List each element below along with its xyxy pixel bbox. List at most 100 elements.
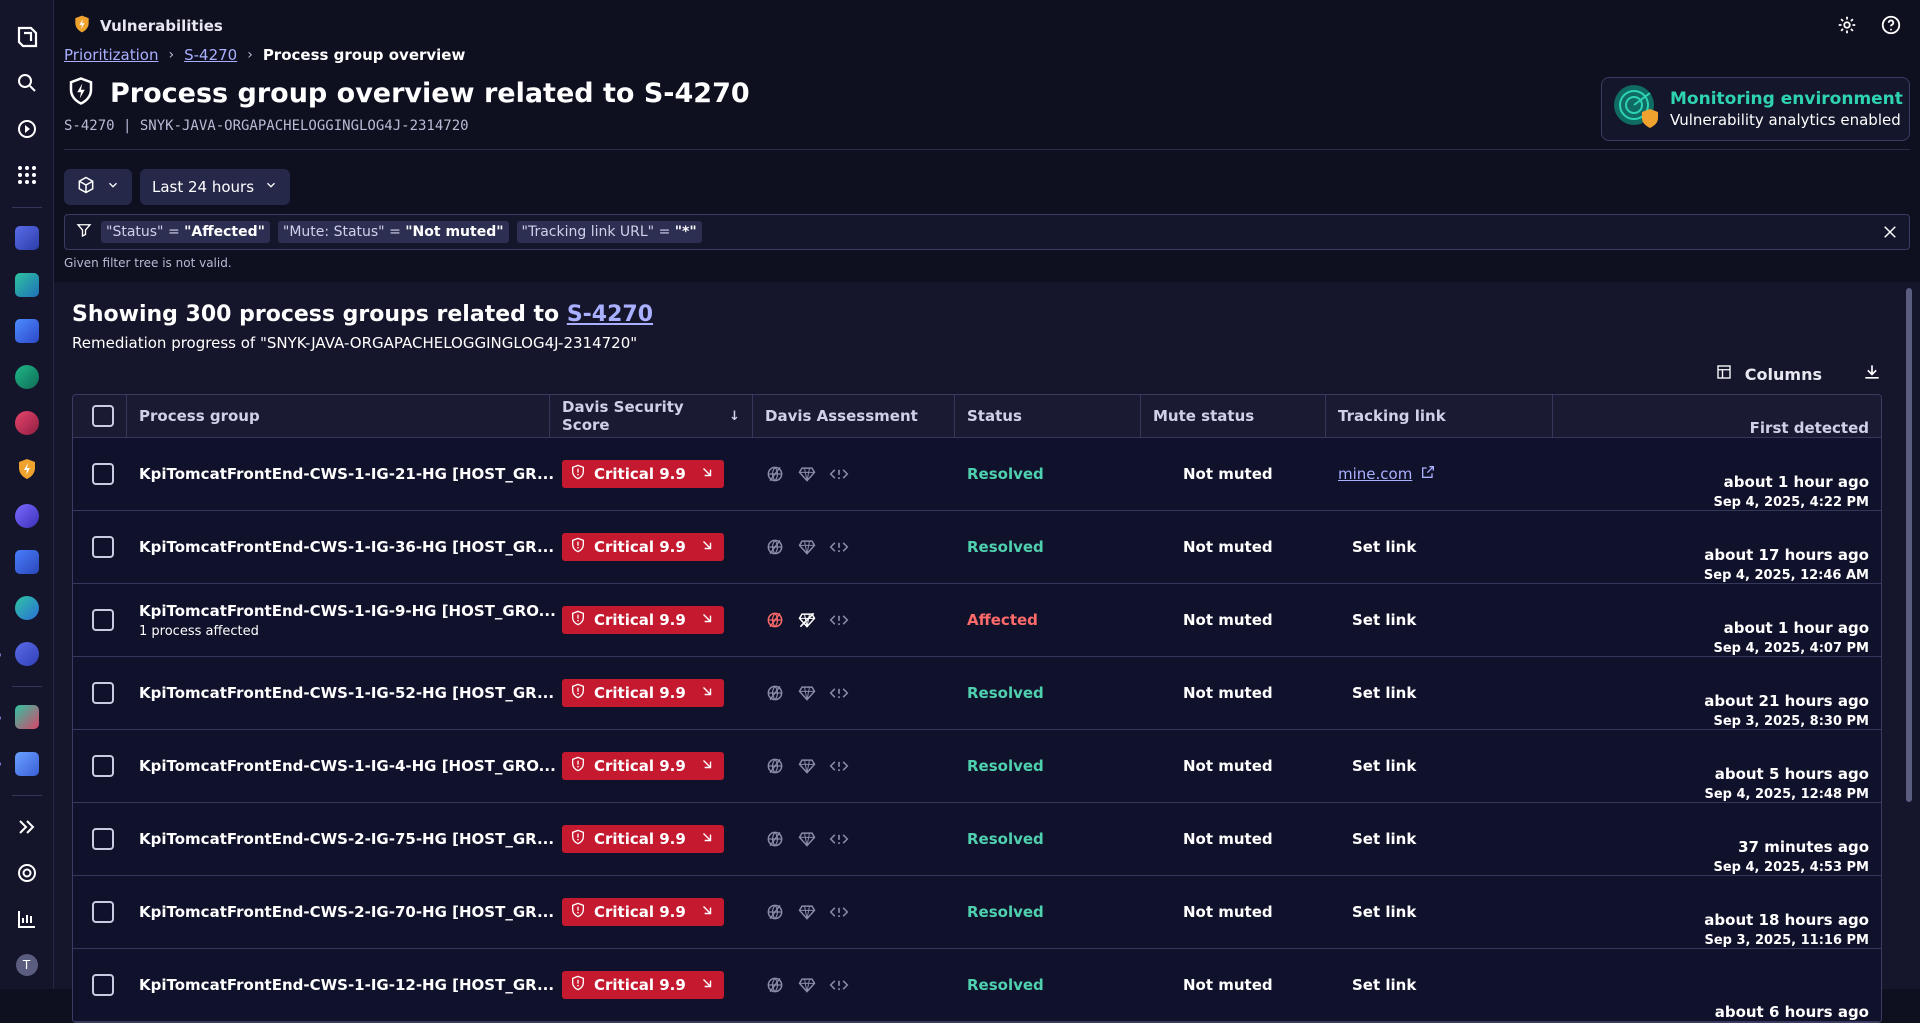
security-posture-app-icon[interactable]: [0, 641, 41, 668]
monitoring-environment-badge[interactable]: Monitoring environment Vulnerability ana…: [1601, 77, 1910, 141]
vulnerabilities-app-icon[interactable]: [13, 456, 41, 483]
process-group-name[interactable]: KpiTomcatFrontEnd-CWS-2-IG-75-HG [HOST_G…: [139, 830, 554, 848]
results-heading: Showing 300 process groups related to S-…: [72, 302, 653, 327]
infrastructure-app-icon[interactable]: [13, 225, 41, 252]
tracking-link[interactable]: mine.com: [1338, 464, 1436, 484]
assessment-cell: [753, 730, 955, 802]
set-link-button[interactable]: Set link: [1338, 757, 1416, 775]
clear-filter-close-icon[interactable]: [1881, 223, 1899, 245]
expand-rail-icon[interactable]: [13, 813, 41, 840]
set-link-button[interactable]: Set link: [1338, 538, 1416, 556]
process-group-name[interactable]: KpiTomcatFrontEnd-CWS-2-IG-70-HG [HOST_G…: [139, 903, 554, 921]
row-checkbox[interactable]: [92, 682, 114, 704]
user-avatar[interactable]: T: [13, 952, 41, 979]
process-group-cell[interactable]: KpiTomcatFrontEnd-CWS-1-IG-52-HG [HOST_G…: [127, 657, 554, 729]
status-text: Resolved: [967, 976, 1044, 994]
process-group-name[interactable]: KpiTomcatFrontEnd-CWS-1-IG-52-HG [HOST_G…: [139, 684, 554, 702]
kubernetes-app-icon[interactable]: [13, 548, 41, 575]
set-link-button[interactable]: Set link: [1338, 976, 1416, 994]
header-tracking-link[interactable]: Tracking link: [1326, 395, 1553, 437]
entity-type-dropdown[interactable]: [64, 169, 132, 205]
arrow-down-right-icon: [700, 611, 714, 629]
apps-grid-icon[interactable]: [13, 162, 41, 189]
timeframe-label: Last 24 hours: [152, 178, 255, 196]
columns-button[interactable]: Columns: [1715, 363, 1822, 385]
critical-score-badge: Critical 9.9: [562, 679, 724, 707]
process-group-cell[interactable]: KpiTomcatFrontEnd-CWS-1-IG-21-HG [HOST_G…: [127, 438, 554, 510]
header-davis-security-score[interactable]: Davis Security Score ↓: [550, 395, 753, 437]
cube-app-icon[interactable]: [0, 750, 41, 777]
select-all-checkbox[interactable]: [91, 405, 114, 427]
status-cell: Resolved: [955, 657, 1141, 729]
notebooks-app-icon[interactable]: [13, 317, 41, 344]
data-assets-icon: [797, 610, 817, 630]
vulnerable-function-icon: [829, 902, 849, 922]
process-group-name[interactable]: KpiTomcatFrontEnd-CWS-1-IG-12-HG [HOST_G…: [139, 976, 554, 994]
header-first-detected[interactable]: First detected: [1553, 395, 1881, 437]
row-checkbox[interactable]: [92, 536, 114, 558]
process-group-name[interactable]: KpiTomcatFrontEnd-CWS-1-IG-9-HG [HOST_GR…: [139, 602, 556, 620]
usage-chart-icon[interactable]: [13, 906, 41, 933]
row-checkbox[interactable]: [92, 755, 114, 777]
first-detected-relative: about 1 hour ago: [1723, 619, 1869, 637]
filter-chip-status[interactable]: "Status" = "Affected": [101, 221, 270, 243]
row-select-cell: [73, 438, 127, 510]
settings-gear-icon[interactable]: [1836, 14, 1858, 40]
compliance-app-icon[interactable]: [13, 502, 41, 529]
scrollbar-thumb[interactable]: [1906, 288, 1912, 802]
process-group-cell[interactable]: KpiTomcatFrontEnd-CWS-1-IG-4-HG [HOST_GR…: [127, 730, 556, 802]
table-row[interactable]: KpiTomcatFrontEnd-CWS-1-IG-21-HG [HOST_G…: [73, 438, 1881, 511]
table-row[interactable]: KpiTomcatFrontEnd-CWS-2-IG-70-HG [HOST_G…: [73, 876, 1881, 949]
set-link-button[interactable]: Set link: [1338, 611, 1416, 629]
header-process-group[interactable]: Process group: [127, 395, 550, 437]
table-row[interactable]: KpiTomcatFrontEnd-CWS-1-IG-36-HG [HOST_G…: [73, 511, 1881, 584]
process-group-cell[interactable]: KpiTomcatFrontEnd-CWS-2-IG-75-HG [HOST_G…: [127, 803, 554, 875]
timeframe-selector[interactable]: Last 24 hours: [140, 169, 291, 205]
dynatrace-logo-icon[interactable]: [13, 23, 41, 50]
table-row[interactable]: KpiTomcatFrontEnd-CWS-1-IG-12-HG [HOST_G…: [73, 949, 1881, 1022]
search-icon[interactable]: [13, 69, 41, 96]
filter-value: "Not muted": [405, 224, 504, 240]
process-group-cell[interactable]: KpiTomcatFrontEnd-CWS-2-IG-70-HG [HOST_G…: [127, 876, 554, 948]
public-network-icon: [765, 756, 785, 776]
table-row[interactable]: KpiTomcatFrontEnd-CWS-1-IG-4-HG [HOST_GR…: [73, 730, 1881, 803]
header-mute-status[interactable]: Mute status: [1141, 395, 1326, 437]
row-checkbox[interactable]: [92, 609, 114, 631]
discovery-app-icon[interactable]: [0, 704, 41, 731]
set-link-button[interactable]: Set link: [1338, 830, 1416, 848]
score-cell: Critical 9.9: [550, 438, 753, 510]
table-row[interactable]: KpiTomcatFrontEnd-CWS-2-IG-75-HG [HOST_G…: [73, 803, 1881, 876]
set-link-button[interactable]: Set link: [1338, 684, 1416, 702]
breadcrumb-prioritization-link[interactable]: Prioritization: [64, 46, 158, 64]
breadcrumb-s4270-link[interactable]: S-4270: [184, 46, 237, 64]
help-support-icon[interactable]: [13, 859, 41, 886]
header-davis-assessment[interactable]: Davis Assessment: [753, 395, 955, 437]
workflows-app-icon[interactable]: [13, 363, 41, 390]
process-group-name[interactable]: KpiTomcatFrontEnd-CWS-1-IG-4-HG [HOST_GR…: [139, 757, 556, 775]
table-row[interactable]: KpiTomcatFrontEnd-CWS-1-IG-9-HG [HOST_GR…: [73, 584, 1881, 657]
row-checkbox[interactable]: [92, 463, 114, 485]
row-checkbox[interactable]: [92, 901, 114, 923]
clouds-app-icon[interactable]: [13, 594, 41, 621]
filter-bar[interactable]: "Status" = "Affected" "Mute: Status" = "…: [64, 214, 1910, 250]
download-icon[interactable]: [1862, 362, 1882, 386]
row-checkbox[interactable]: [92, 828, 114, 850]
table-row[interactable]: KpiTomcatFrontEnd-CWS-1-IG-52-HG [HOST_G…: [73, 657, 1881, 730]
process-group-cell[interactable]: KpiTomcatFrontEnd-CWS-1-IG-36-HG [HOST_G…: [127, 511, 554, 583]
first-detected-relative: about 6 hours ago: [1714, 1003, 1869, 1021]
header-status[interactable]: Status: [955, 395, 1141, 437]
process-group-name[interactable]: KpiTomcatFrontEnd-CWS-1-IG-21-HG [HOST_G…: [139, 465, 554, 483]
threats-app-icon[interactable]: [13, 410, 41, 437]
process-group-cell[interactable]: KpiTomcatFrontEnd-CWS-1-IG-9-HG [HOST_GR…: [127, 584, 556, 656]
results-vulnerability-link[interactable]: S-4270: [567, 302, 653, 327]
set-link-button[interactable]: Set link: [1338, 903, 1416, 921]
row-checkbox[interactable]: [92, 974, 114, 996]
vertical-scrollbar[interactable]: [1906, 288, 1912, 988]
help-icon[interactable]: [1880, 14, 1902, 40]
filter-chip-tracking[interactable]: "Tracking link URL" = "*": [516, 221, 702, 243]
dashboards-app-icon[interactable]: [13, 271, 41, 298]
process-group-cell[interactable]: KpiTomcatFrontEnd-CWS-1-IG-12-HG [HOST_G…: [127, 949, 554, 1021]
filter-chip-mute[interactable]: "Mute: Status" = "Not muted": [277, 221, 509, 243]
davis-ai-icon[interactable]: [13, 115, 41, 142]
process-group-name[interactable]: KpiTomcatFrontEnd-CWS-1-IG-36-HG [HOST_G…: [139, 538, 554, 556]
